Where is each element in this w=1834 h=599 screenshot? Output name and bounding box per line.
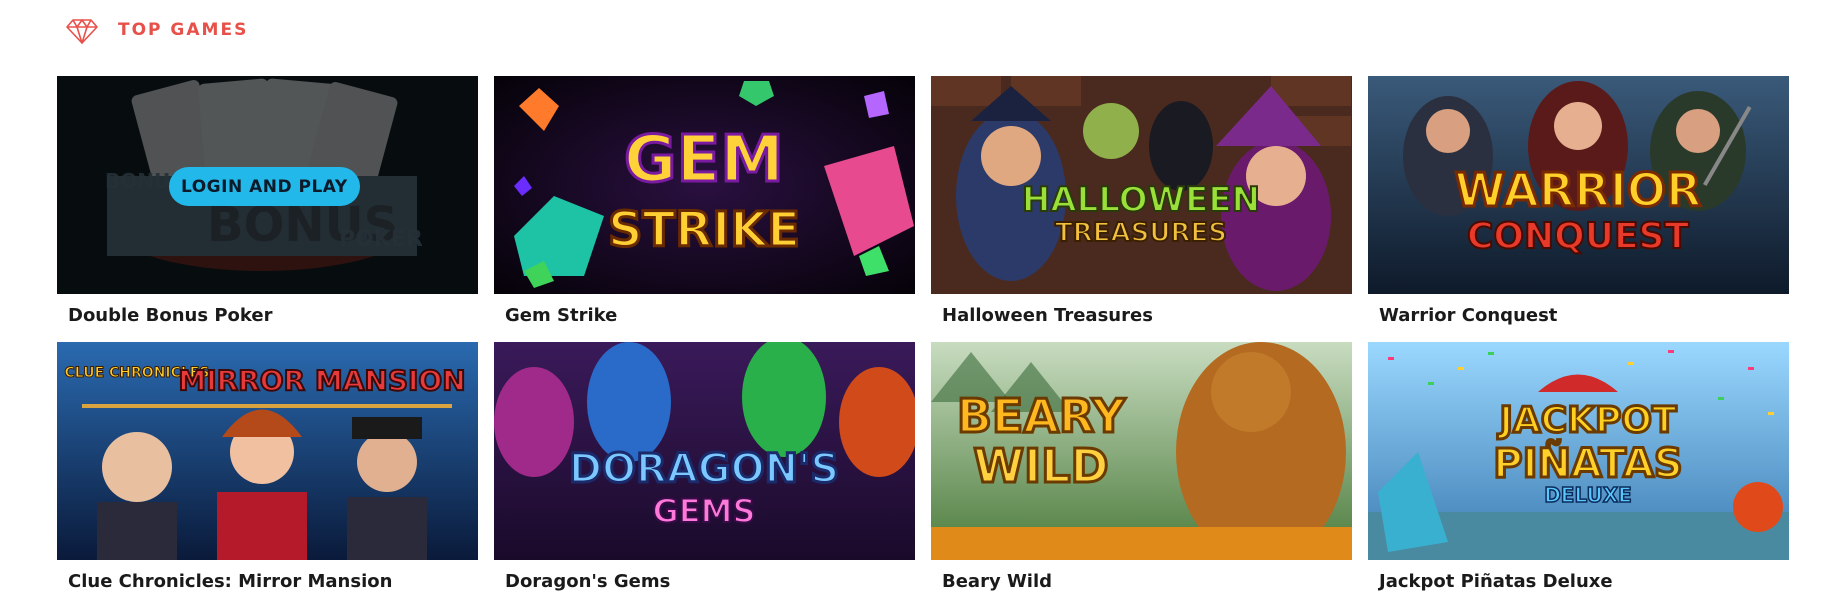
game-card-beary-wild[interactable]: BEARY WILD Beary Wild <box>931 342 1352 592</box>
svg-text:BEARY: BEARY <box>957 389 1126 443</box>
game-card-halloween-treasures[interactable]: HALLOWEEN TREASURES Halloween Treasures <box>931 76 1352 326</box>
game-card-gem-strike[interactable]: GEM STRIKE Gem Strike <box>494 76 915 326</box>
game-card-clue-chronicles-mirror-mansion[interactable]: CLUE CHRONICLES MIRROR MANSION Clue Chro… <box>57 342 478 592</box>
game-card-jackpot-pinatas-deluxe[interactable]: JACKPOT PIÑATAS DELUXE Jackpot Piñatas D… <box>1368 342 1789 592</box>
game-title[interactable]: Warrior Conquest <box>1368 305 1789 326</box>
section-header: TOP GAMES <box>64 12 248 48</box>
game-title[interactable]: Beary Wild <box>931 571 1352 592</box>
svg-text:TREASURES: TREASURES <box>1055 218 1227 248</box>
game-title[interactable]: Gem Strike <box>494 305 915 326</box>
game-thumbnail[interactable]: DORAGON'S GEMS <box>494 342 915 560</box>
game-title[interactable]: Double Bonus Poker <box>57 305 478 326</box>
game-thumbnail[interactable]: JACKPOT PIÑATAS DELUXE <box>1368 342 1789 560</box>
game-thumbnail[interactable]: BEARY WILD <box>931 342 1352 560</box>
game-title[interactable]: Doragon's Gems <box>494 571 915 592</box>
svg-text:DELUXE: DELUXE <box>1544 483 1632 507</box>
login-and-play-button[interactable]: LOGIN AND PLAY <box>169 167 360 206</box>
game-thumbnail[interactable]: WARRIOR CONQUEST <box>1368 76 1789 294</box>
svg-text:WILD: WILD <box>973 439 1108 493</box>
svg-text:PIÑATAS: PIÑATAS <box>1493 439 1682 487</box>
gem-icon <box>64 12 100 48</box>
game-card-doragons-gems[interactable]: DORAGON'S GEMS Doragon's Gems <box>494 342 915 592</box>
game-title[interactable]: Halloween Treasures <box>931 305 1352 326</box>
svg-text:STRIKE: STRIKE <box>608 202 800 258</box>
svg-text:HALLOWEEN: HALLOWEEN <box>1022 180 1260 220</box>
svg-text:GEMS: GEMS <box>652 492 755 530</box>
svg-text:DORAGON'S: DORAGON'S <box>569 446 839 492</box>
game-card-warrior-conquest[interactable]: WARRIOR CONQUEST Warrior Conquest <box>1368 76 1789 326</box>
game-thumbnail[interactable]: HALLOWEEN TREASURES <box>931 76 1352 294</box>
game-title[interactable]: Clue Chronicles: Mirror Mansion <box>57 571 478 592</box>
game-thumbnail[interactable]: BONUS BONUS POKER LOGIN AND PLAY <box>57 76 478 294</box>
game-title[interactable]: Jackpot Piñatas Deluxe <box>1368 571 1789 592</box>
game-card-double-bonus-poker[interactable]: BONUS BONUS POKER LOGIN AND PLAY Double … <box>57 76 478 326</box>
game-thumbnail[interactable]: GEM STRIKE <box>494 76 915 294</box>
svg-text:JACKPOT: JACKPOT <box>1496 400 1677 441</box>
svg-text:GEM: GEM <box>624 123 784 197</box>
games-grid: BONUS BONUS POKER LOGIN AND PLAY Double … <box>57 76 1790 592</box>
section-title: TOP GAMES <box>118 20 249 40</box>
svg-text:CONQUEST: CONQUEST <box>1467 216 1690 257</box>
svg-text:WARRIOR: WARRIOR <box>1455 163 1702 217</box>
game-thumbnail[interactable]: CLUE CHRONICLES MIRROR MANSION <box>57 342 478 560</box>
svg-text:MIRROR MANSION: MIRROR MANSION <box>178 364 465 397</box>
